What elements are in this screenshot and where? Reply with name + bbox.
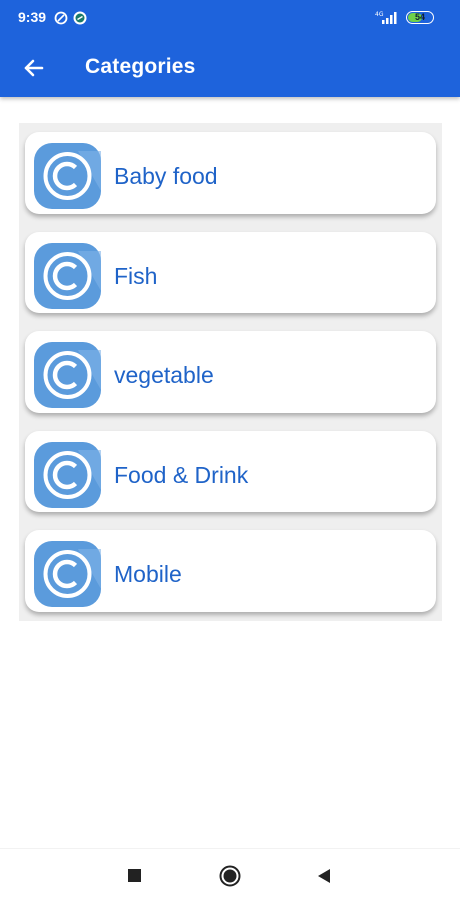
app-bar: 9:39 4G 54 Categories [0, 0, 460, 97]
category-card-food-drink[interactable]: Food & Drink [25, 430, 436, 513]
status-time: 9:39 [18, 9, 47, 25]
app-notification-icon [73, 11, 87, 25]
recents-square-icon[interactable] [128, 869, 141, 882]
battery-level: 54 [414, 12, 425, 22]
category-row: vegetable [19, 322, 442, 422]
category-row: Food & Drink [19, 421, 442, 522]
status-bar: 9:39 4G 54 [0, 0, 460, 36]
category-card-baby-food[interactable]: Baby food [25, 132, 436, 214]
copyright-icon [34, 441, 101, 508]
category-label: Baby food [114, 163, 218, 189]
battery-icon: 54 [406, 11, 434, 24]
system-nav-bar [0, 848, 460, 901]
category-row: Baby food [19, 123, 442, 223]
back-triangle-icon[interactable] [316, 868, 332, 884]
category-card-fish[interactable]: Fish [25, 231, 436, 314]
category-list: Baby food Fish vegetable Food & Drink Mo… [19, 123, 442, 621]
category-card-vegetable[interactable]: vegetable [25, 331, 436, 413]
category-label: Fish [114, 262, 158, 289]
category-label: Food & Drink [114, 461, 249, 488]
back-button[interactable] [18, 53, 48, 83]
copyright-icon [34, 242, 101, 309]
category-label: vegetable [114, 362, 214, 389]
signal-icon: 4G [375, 11, 397, 24]
copyright-icon [34, 541, 101, 608]
copyright-icon [34, 342, 101, 409]
category-label: Mobile [114, 561, 182, 588]
category-card-mobile[interactable]: Mobile [25, 530, 436, 612]
category-row: Fish [19, 222, 442, 323]
svg-text:4G: 4G [375, 11, 384, 18]
data-saver-icon [54, 11, 68, 25]
page-title: Categories [85, 55, 196, 78]
arrow-left-icon [24, 59, 44, 77]
category-row: Mobile [19, 521, 442, 621]
home-circle-icon[interactable] [219, 865, 241, 887]
copyright-icon [34, 143, 101, 209]
